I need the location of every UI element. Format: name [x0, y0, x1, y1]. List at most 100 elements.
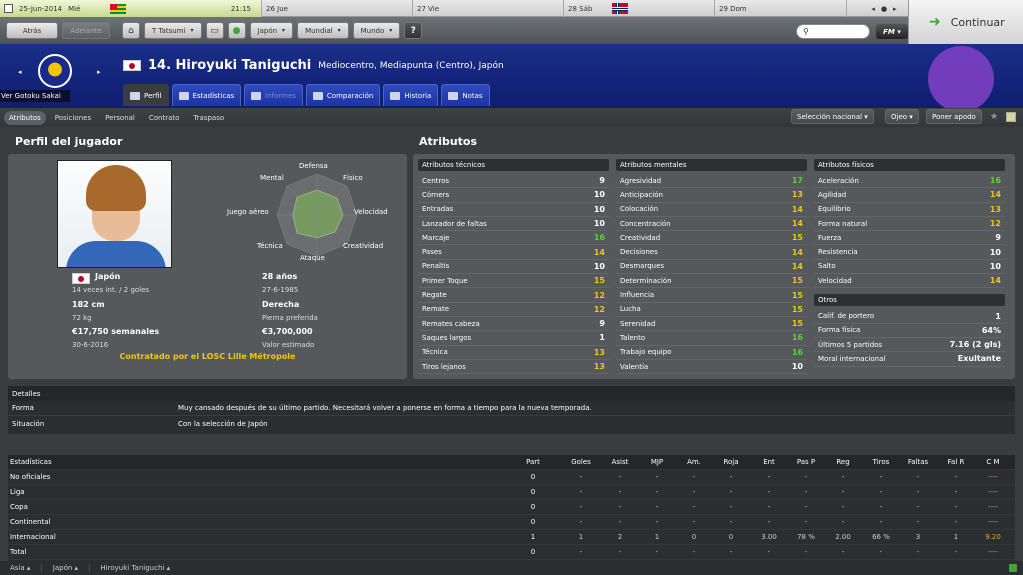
attribute-row[interactable]: Últimos 5 partidos 7.16 (2 gls) [814, 338, 1005, 353]
attribute-row[interactable]: Concentración 14 [616, 217, 807, 232]
tab-reports[interactable]: Informes [244, 84, 303, 106]
back-button[interactable]: Atrás [6, 22, 58, 39]
attribute-row[interactable]: Talento 16 [616, 331, 807, 346]
tab-profile[interactable]: Perfil [123, 84, 169, 106]
subtab-contract[interactable]: Contrato [144, 111, 185, 125]
attribute-row[interactable]: Pases 14 [418, 245, 609, 260]
stats-column-header[interactable]: Part [513, 458, 553, 466]
competition-menu[interactable]: Mundial ▾ [297, 22, 349, 39]
attribute-row[interactable]: Marcaje 16 [418, 231, 609, 246]
attribute-row[interactable]: Forma física 64% [814, 324, 1005, 338]
tab-comparison[interactable]: Comparación [305, 84, 381, 106]
table-row[interactable]: Liga 0- - - - - - - - - - - ---- [8, 485, 1015, 500]
attribute-row[interactable]: Desmarques 14 [616, 260, 807, 275]
subtab-positions[interactable]: Posiciones [50, 111, 96, 125]
prev-arrow-icon[interactable]: ◂ [871, 5, 875, 13]
attribute-row[interactable]: Saques largos 1 [418, 331, 609, 346]
next-arrow-icon[interactable]: ▸ [893, 5, 897, 13]
stats-column-header[interactable]: Ent [749, 458, 789, 466]
attribute-row[interactable]: Determinación 15 [616, 274, 807, 289]
attribute-row[interactable]: Decisiones 14 [616, 245, 807, 260]
attribute-row[interactable]: Salto 10 [814, 260, 1005, 275]
attribute-row[interactable]: Creatividad 15 [616, 231, 807, 246]
attribute-row[interactable]: Remates cabeza 9 [418, 317, 609, 332]
table-row[interactable]: Internacional 1 1 2 1 0 0 3.00 78 % 2.00 66 % 3 1 9.2… [8, 530, 1015, 545]
scout-button[interactable]: Ojeo ▾ [885, 109, 919, 124]
stats-column-header[interactable]: Pas P [786, 458, 826, 466]
attribute-row[interactable]: Primer Toque 15 [418, 274, 609, 289]
breadcrumb-item[interactable]: Hiroyuki Taniguchi ▴ [100, 564, 170, 572]
attribute-row[interactable]: Regate 12 [418, 288, 609, 303]
attribute-row[interactable]: Fuerza 9 [814, 231, 1005, 246]
forward-button[interactable]: Adelante [62, 22, 110, 39]
attribute-row[interactable]: Penaltis 10 [418, 260, 609, 275]
inbox-icon[interactable]: ▭ [205, 22, 224, 39]
attribute-row[interactable]: Trabajo equipo 16 [616, 346, 807, 360]
attribute-row[interactable]: Calif. de portero 1 [814, 309, 1005, 324]
attribute-row[interactable]: Centros 9 [418, 174, 609, 189]
table-row[interactable]: No oficiales 0- - - - - - - - - - - ---- [8, 470, 1015, 485]
attribute-row[interactable]: Serenidad 15 [616, 317, 807, 332]
nickname-button[interactable]: Poner apodo [926, 109, 982, 124]
attribute-row[interactable]: Agresividad 17 [616, 174, 807, 189]
club-crest-icon[interactable] [38, 54, 72, 88]
stats-column-header[interactable]: Asist [600, 458, 640, 466]
expand-icon[interactable] [1009, 564, 1017, 572]
tab-notes[interactable]: Notas [441, 84, 490, 106]
attribute-row[interactable]: Técnica 13 [418, 346, 609, 360]
calendar-today[interactable]: 25-Jun-2014 Mié 21:15 [0, 0, 262, 17]
tab-history[interactable]: Historia [383, 84, 439, 106]
subtab-personal[interactable]: Personal [100, 111, 140, 125]
attribute-row[interactable]: Aceleración 16 [814, 174, 1005, 189]
attribute-row[interactable]: Lucha 15 [616, 303, 807, 317]
calendar-day[interactable]: 28 Sáb [564, 0, 715, 17]
next-player-icon[interactable]: ▸ [97, 68, 101, 76]
notes-edit-icon[interactable] [1006, 112, 1016, 122]
attribute-row[interactable]: Valentía 10 [616, 360, 807, 375]
search-input[interactable]: ⚲ [796, 24, 870, 39]
nationality[interactable]: Japón [95, 272, 120, 281]
attribute-row[interactable]: Resistencia 10 [814, 245, 1005, 260]
club-link[interactable]: Ver Gotoku Sakai [0, 90, 70, 102]
attribute-row[interactable]: Tiros lejanos 13 [418, 360, 609, 375]
home-icon[interactable]: ⌂ [122, 22, 140, 39]
attribute-row[interactable]: Forma natural 12 [814, 217, 1005, 232]
attribute-row[interactable]: Córners 10 [418, 188, 609, 203]
calendar-day[interactable]: 27 Vie [413, 0, 564, 17]
stats-column-header[interactable]: Roja [711, 458, 751, 466]
stats-column-header[interactable]: Faltas [898, 458, 938, 466]
today-dot-icon[interactable]: ● [881, 5, 887, 13]
breadcrumb-item[interactable]: Japón ▴ [53, 564, 78, 572]
help-icon[interactable]: ? [404, 22, 423, 39]
attribute-row[interactable]: Agilidad 14 [814, 188, 1005, 203]
attribute-row[interactable]: Influencia 15 [616, 288, 807, 303]
star-icon[interactable]: ★ [990, 112, 998, 122]
subtab-attributes[interactable]: Atributos [4, 110, 46, 125]
attribute-row[interactable]: Lanzador de faltas 10 [418, 217, 609, 232]
subtab-transfer[interactable]: Traspaso [188, 111, 229, 125]
attribute-row[interactable]: Equilibrio 13 [814, 203, 1005, 217]
breadcrumb-item[interactable]: Asia ▴ [10, 564, 30, 572]
stats-column-header[interactable]: Reg [823, 458, 863, 466]
manager-menu[interactable]: T Tatsumi ▾ [144, 22, 202, 39]
fm-menu-button[interactable]: FM ▾ [876, 24, 908, 39]
attribute-row[interactable]: Velocidad 14 [814, 274, 1005, 289]
prev-player-icon[interactable]: ◂ [18, 68, 22, 76]
nation-menu[interactable]: Japón ▾ [249, 22, 294, 39]
attribute-row[interactable]: Anticipación 13 [616, 188, 807, 203]
tab-stats[interactable]: Estadísticas [171, 84, 242, 106]
attribute-row[interactable]: Colocación 14 [616, 203, 807, 217]
table-row[interactable]: Continental 0- - - - - - - - - - - ---- [8, 515, 1015, 530]
stats-column-header[interactable]: Fal R [936, 458, 976, 466]
contract-club[interactable]: Contratado por el LOSC Lille Métropole [8, 352, 407, 361]
table-row[interactable]: Copa 0- - - - - - - - - - - ---- [8, 500, 1015, 515]
table-row[interactable]: Total 0- - - - - - - - - - - ---- [8, 545, 1015, 560]
national-selection-button[interactable]: Selección nacional ▾ [791, 109, 874, 124]
attribute-row[interactable]: Remate 12 [418, 303, 609, 317]
stats-column-header[interactable]: Tiros [861, 458, 901, 466]
notification-icon[interactable]: ● [227, 22, 246, 39]
attribute-row[interactable]: Entradas 10 [418, 203, 609, 217]
stats-column-header[interactable]: Goles [561, 458, 601, 466]
calendar-day[interactable]: 26 Jue [262, 0, 413, 17]
calendar-day[interactable]: 29 Dom [715, 0, 847, 17]
